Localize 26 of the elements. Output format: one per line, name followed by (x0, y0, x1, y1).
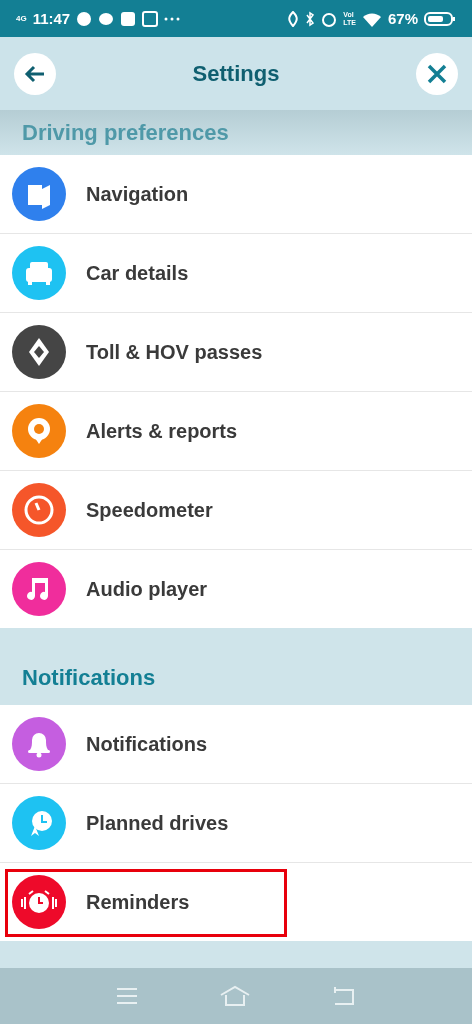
battery-icon (424, 10, 456, 27)
settings-item[interactable]: Notifications (0, 705, 472, 783)
mail-icon (142, 10, 159, 27)
clock-time: 11:47 (32, 10, 71, 27)
settings-item[interactable]: Alerts & reports (0, 391, 472, 470)
settings-item[interactable]: Car details (0, 233, 472, 312)
menu-icon[interactable] (115, 987, 139, 1005)
back-icon[interactable] (331, 986, 357, 1006)
alarm-clock-icon (321, 10, 338, 27)
bluetooth-icon (305, 10, 316, 27)
settings-item[interactable]: Planned drives (0, 783, 472, 862)
location-pin-icon (287, 10, 300, 27)
close-button[interactable] (416, 52, 458, 95)
page-title: Settings (191, 60, 281, 87)
settings-item[interactable]: Navigation (0, 155, 472, 233)
more-dots-icon (164, 16, 181, 21)
settings-item[interactable]: Reminders (0, 862, 472, 941)
settings-item[interactable]: Toll & HOV passes (0, 312, 472, 391)
settings-item[interactable]: Speedometer (0, 470, 472, 549)
wifi-icon (361, 10, 382, 27)
home-icon[interactable] (219, 985, 251, 1007)
back-button[interactable] (14, 52, 56, 95)
close-icon (426, 62, 448, 85)
network-type: 4G (16, 14, 27, 23)
app-square-icon (120, 10, 137, 27)
battery-percentage: 67% (387, 10, 418, 27)
